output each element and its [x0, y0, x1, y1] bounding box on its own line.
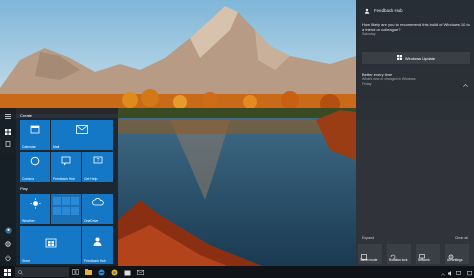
windows-update-button[interactable]: Windows Update — [362, 52, 470, 64]
feedback-hub-icon — [364, 1, 370, 19]
start-menu: Create Calendar Mail Cortana Feedback Hu… — [0, 108, 118, 266]
tile-weather[interactable]: Weather — [20, 194, 50, 224]
tile-onedrive[interactable]: OneDrive — [82, 194, 113, 224]
quick-action-all-settings[interactable]: All settings — [445, 244, 469, 264]
expand-link[interactable]: Expand — [362, 236, 374, 240]
tile-get-help[interactable]: ? Get Help — [82, 152, 113, 182]
svg-text:?: ? — [96, 158, 99, 164]
quick-action-label: All settings — [447, 258, 463, 262]
tile-label: Get Help — [84, 176, 98, 181]
sun-icon — [20, 198, 50, 209]
tile-feedback-hub[interactable]: Feedback Hub — [82, 226, 113, 264]
notification-title: How likely are you to recommend this bui… — [362, 22, 470, 32]
mini-tile-tv[interactable] — [53, 197, 61, 205]
group-title-play: Play — [20, 186, 28, 191]
volume-icon[interactable] — [448, 263, 453, 278]
cortana-icon — [20, 156, 50, 166]
cloud-icon — [82, 198, 113, 206]
rotation-lock-icon — [390, 247, 396, 265]
mail-icon[interactable] — [134, 266, 147, 278]
windows-update-label: Windows Update — [404, 55, 436, 61]
start-button[interactable] — [0, 266, 14, 278]
start-menu-rail — [0, 108, 16, 266]
calendar-icon — [20, 124, 50, 134]
quick-action-label: Network — [418, 258, 430, 262]
system-tray — [441, 266, 472, 278]
quick-action-label: Tablet mode — [360, 258, 378, 262]
tile-cortana[interactable]: Cortana — [20, 152, 50, 182]
all-apps-icon[interactable] — [4, 128, 12, 136]
tile-label: Feedback Hub — [84, 258, 107, 263]
quick-action-tablet-mode[interactable]: Tablet mode — [358, 244, 382, 264]
tile-label: Store — [22, 258, 31, 263]
quick-action-label: Rotation lock — [389, 258, 408, 262]
search-icon — [18, 269, 23, 275]
tile-feedback[interactable]: Feedback Hub — [51, 152, 81, 182]
mini-tile-photos[interactable] — [71, 197, 79, 205]
notification-time: Saturday — [362, 32, 376, 36]
windows-update-icon — [396, 55, 402, 61]
windows-logo-icon — [3, 268, 11, 276]
tile-mail[interactable]: Mail — [51, 120, 113, 150]
store-icon[interactable] — [121, 266, 134, 278]
mini-tile-music[interactable] — [62, 197, 70, 205]
mini-tile-camera[interactable] — [62, 207, 70, 215]
taskbar-search-box[interactable] — [15, 267, 69, 277]
settings-gear-icon[interactable] — [4, 240, 12, 248]
task-view-icon[interactable] — [69, 266, 82, 278]
quick-action-rotation-lock[interactable]: Rotation lock — [387, 244, 411, 264]
tile-label: Calendar — [22, 144, 36, 149]
notification-card-whats-new[interactable]: Better every time What's new or changed … — [356, 68, 474, 96]
action-center: Feedback Hub How likely are you to recom… — [356, 0, 474, 266]
edge-icon[interactable] — [95, 266, 108, 278]
mini-tile-calc[interactable] — [53, 207, 61, 215]
notification-app-name: Feedback Hub — [374, 7, 403, 13]
notification-body: Better every time What's new or changed … — [362, 72, 470, 87]
tile-store[interactable]: Store — [20, 226, 81, 264]
tile-label: Weather — [22, 218, 35, 223]
tablet-icon — [361, 247, 367, 265]
power-icon[interactable] — [4, 254, 12, 262]
user-avatar-icon[interactable] — [4, 226, 12, 234]
file-explorer-icon[interactable] — [82, 266, 95, 278]
chevron-up-icon[interactable] — [441, 263, 445, 278]
documents-icon[interactable] — [4, 140, 12, 148]
feedback-icon — [51, 156, 81, 166]
tile-label: OneDrive — [84, 218, 99, 223]
network-icon — [419, 247, 425, 265]
chevron-up-icon[interactable] — [463, 74, 468, 92]
tile-calendar[interactable]: Calendar — [20, 120, 50, 150]
hamburger-menu-icon[interactable] — [4, 112, 12, 120]
tile-label: Cortana — [22, 176, 35, 181]
clear-all-link[interactable]: Clear all — [455, 236, 468, 240]
notification-time: Friday — [362, 82, 372, 86]
mini-tile-maps[interactable] — [71, 207, 79, 215]
tile-label: Feedback Hub — [53, 176, 76, 181]
group-title-create: Create — [20, 113, 33, 118]
tile-folder-group[interactable] — [51, 194, 81, 224]
quick-action-network[interactable]: Network — [416, 244, 440, 264]
notification-app-header: Feedback Hub — [364, 6, 403, 14]
action-center-icon[interactable] — [467, 263, 472, 278]
store-icon — [20, 236, 81, 248]
notification-feedback-survey[interactable]: How likely are you to recommend this bui… — [362, 22, 470, 37]
mail-icon — [51, 125, 113, 134]
feedback-hub-icon — [82, 236, 113, 247]
help-icon: ? — [82, 156, 113, 166]
taskbar — [0, 266, 474, 278]
tile-label: Mail — [53, 144, 60, 149]
network-icon[interactable] — [456, 263, 461, 278]
chrome-icon[interactable] — [108, 266, 121, 278]
